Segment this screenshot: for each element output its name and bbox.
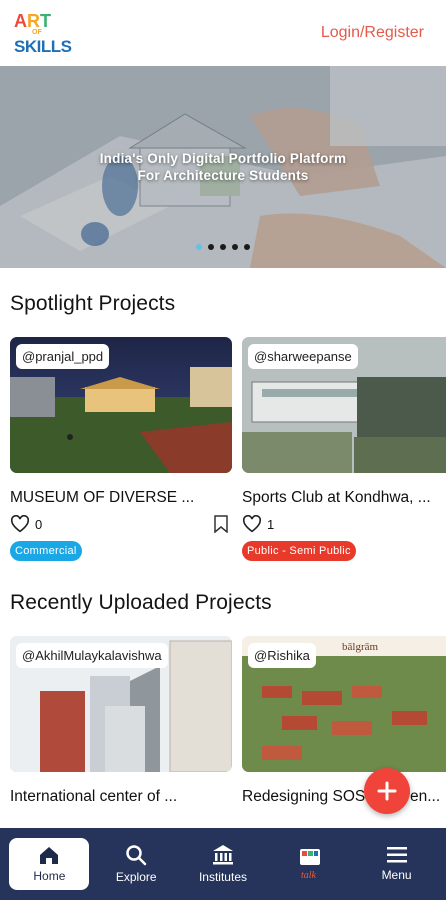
nav-menu[interactable]: Menu bbox=[357, 838, 437, 890]
bookmark-icon[interactable] bbox=[214, 515, 228, 533]
thumbnail-watermark: bālgrām bbox=[342, 641, 378, 653]
nav-talk[interactable]: talk bbox=[270, 838, 350, 890]
nav-institutes[interactable]: Institutes bbox=[183, 838, 263, 890]
logo-of-text: OF bbox=[32, 29, 42, 36]
project-card[interactable]: bālgrām @Rishika Redesigning SOS Childre… bbox=[242, 636, 446, 806]
heart-icon[interactable] bbox=[10, 515, 30, 533]
author-handle[interactable]: @AkhilMulaykalavishwa bbox=[16, 643, 168, 668]
hero-carousel[interactable]: India's Only Digital Portfolio Platform … bbox=[0, 66, 446, 268]
art-of-skills-logo[interactable]: ART OF SKILLS bbox=[12, 7, 72, 59]
author-handle[interactable]: @pranjal_ppd bbox=[16, 344, 110, 369]
project-title[interactable]: International center of ... bbox=[10, 788, 232, 806]
home-icon bbox=[40, 847, 59, 864]
carousel-dot-2[interactable] bbox=[208, 244, 214, 250]
spotlight-section-title: Spotlight Projects bbox=[10, 292, 176, 315]
talk-icon: talk bbox=[299, 849, 320, 881]
project-title[interactable]: Sports Club at Kondhwa, ... bbox=[242, 489, 446, 507]
like-count: 0 bbox=[35, 516, 43, 532]
login-register-link[interactable]: Login/Register bbox=[321, 24, 424, 42]
hero-title: India's Only Digital Portfolio Platform … bbox=[99, 151, 347, 183]
project-thumbnail[interactable]: @AkhilMulaykalavishwa bbox=[10, 636, 232, 772]
institute-icon bbox=[212, 845, 233, 865]
project-title[interactable]: MUSEUM OF DIVERSE ... bbox=[10, 489, 232, 507]
heart-icon[interactable] bbox=[242, 515, 262, 533]
nav-home[interactable]: Home bbox=[9, 838, 90, 890]
project-thumbnail[interactable]: @pranjal_ppd bbox=[10, 337, 232, 473]
carousel-dot-3[interactable] bbox=[220, 244, 226, 250]
carousel-indicators bbox=[0, 244, 446, 250]
carousel-dot-1[interactable] bbox=[196, 244, 202, 250]
spotlight-projects-row[interactable]: @pranjal_ppd MUSEUM OF DIVERSE ... 0 Com… bbox=[0, 337, 446, 561]
author-handle[interactable]: @Rishika bbox=[248, 643, 316, 668]
carousel-dot-5[interactable] bbox=[244, 244, 250, 250]
search-icon bbox=[126, 845, 147, 866]
carousel-dot-4[interactable] bbox=[232, 244, 238, 250]
recent-section-title: Recently Uploaded Projects bbox=[10, 591, 272, 614]
project-card[interactable]: @AkhilMulaykalavishwa International cent… bbox=[10, 636, 232, 806]
plus-icon bbox=[377, 781, 397, 801]
category-tag[interactable]: Public - Semi Public bbox=[242, 541, 356, 561]
category-tag[interactable]: Commercial bbox=[10, 541, 82, 561]
project-thumbnail[interactable]: @sharweepanse bbox=[242, 337, 446, 473]
add-project-button[interactable] bbox=[364, 768, 410, 814]
project-card[interactable]: @sharweepanse Sports Club at Kondhwa, ..… bbox=[242, 337, 446, 561]
author-handle[interactable]: @sharweepanse bbox=[248, 344, 358, 369]
like-count: 1 bbox=[267, 516, 275, 532]
project-card[interactable]: @pranjal_ppd MUSEUM OF DIVERSE ... 0 Com… bbox=[10, 337, 232, 561]
app-header: ART OF SKILLS Login/Register bbox=[0, 0, 446, 66]
project-thumbnail[interactable]: bālgrām @Rishika bbox=[242, 636, 446, 772]
project-title[interactable]: Redesigning SOS Children... bbox=[242, 788, 446, 806]
talk-icon-text: talk bbox=[301, 870, 317, 881]
nav-explore[interactable]: Explore bbox=[96, 838, 176, 890]
menu-icon bbox=[386, 847, 407, 863]
bottom-navigation: Home Explore Institutes talk Menu bbox=[0, 828, 446, 900]
logo-skills-text: SKILLS bbox=[14, 37, 72, 56]
